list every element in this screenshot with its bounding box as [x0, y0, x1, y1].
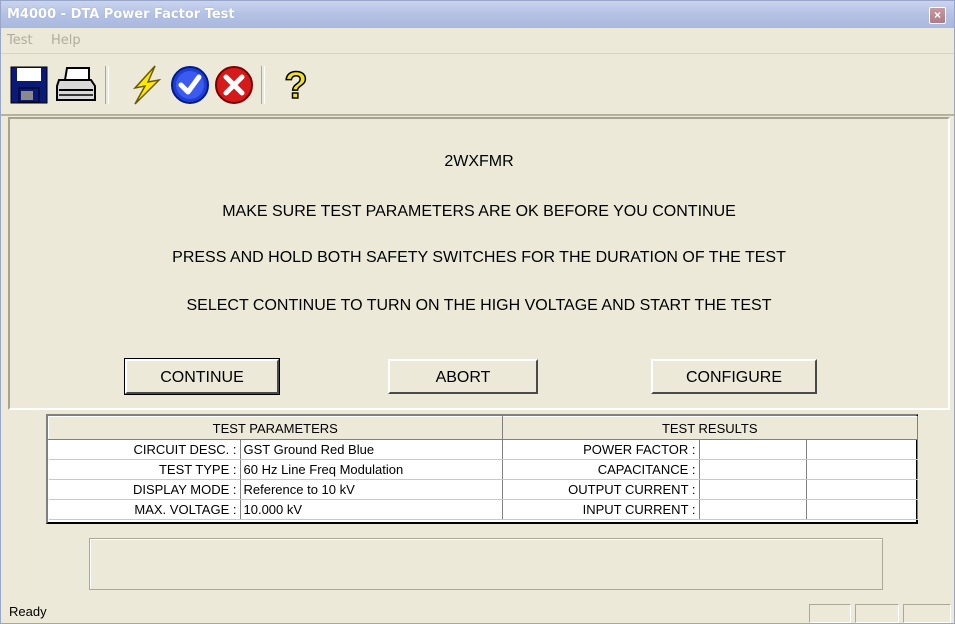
menu-bar: Test Help: [1, 29, 954, 54]
status-bar: Ready: [1, 599, 954, 623]
result-value-2: [806, 439, 918, 460]
param-label: DISPLAY MODE :: [48, 479, 241, 500]
table-row: CIRCUIT DESC. : GST Ground Red Blue POWE…: [48, 439, 918, 460]
app-window: M4000 - DTA Power Factor Test × Test Hel…: [0, 0, 955, 624]
status-pane: [855, 604, 899, 623]
help-icon[interactable]: ?: [273, 62, 321, 108]
lightning-icon[interactable]: [123, 62, 171, 108]
result-value: [699, 499, 807, 520]
close-button[interactable]: ×: [929, 7, 946, 24]
param-value: Reference to 10 kV: [240, 479, 503, 500]
results-table: TEST PARAMETERS TEST RESULTS CIRCUIT DES…: [46, 414, 918, 524]
result-value: [699, 439, 807, 460]
table-row: TEST TYPE : 60 Hz Line Freq Modulation C…: [48, 459, 918, 480]
result-label: INPUT CURRENT :: [502, 499, 700, 520]
status-pane: [903, 604, 951, 623]
table-row: DISPLAY MODE : Reference to 10 kV OUTPUT…: [48, 479, 918, 500]
status-pane: [809, 604, 851, 623]
result-label: CAPACITANCE :: [502, 459, 700, 480]
param-label: TEST TYPE :: [48, 459, 241, 480]
cancel-icon[interactable]: [211, 62, 259, 108]
result-value: [699, 479, 807, 500]
result-value: [699, 459, 807, 480]
menu-help[interactable]: Help: [51, 33, 81, 48]
equipment-id: 2WXFMR: [444, 153, 514, 170]
abort-button[interactable]: ABORT: [388, 359, 538, 394]
continue-button[interactable]: CONTINUE: [124, 358, 280, 395]
instruction-line-1: MAKE SURE TEST PARAMETERS ARE OK BEFORE …: [222, 203, 736, 220]
param-value: 60 Hz Line Freq Modulation: [240, 459, 503, 480]
param-label: CIRCUIT DESC. :: [48, 439, 241, 460]
param-value: GST Ground Red Blue: [240, 439, 503, 460]
status-text: Ready: [9, 604, 47, 619]
table-row: MAX. VOLTAGE : 10.000 kV INPUT CURRENT :: [48, 499, 918, 520]
print-icon[interactable]: [53, 62, 101, 108]
header-test-parameters: TEST PARAMETERS: [48, 416, 503, 440]
menu-test[interactable]: Test: [7, 33, 33, 48]
message-box: [89, 538, 883, 590]
result-value-2: [806, 499, 918, 520]
instruction-line-3: SELECT CONTINUE TO TURN ON THE HIGH VOLT…: [186, 297, 772, 314]
window-title: M4000 - DTA Power Factor Test: [7, 7, 235, 22]
param-value: 10.000 kV: [240, 499, 503, 520]
result-value-2: [806, 459, 918, 480]
result-label: OUTPUT CURRENT :: [502, 479, 700, 500]
title-bar[interactable]: M4000 - DTA Power Factor Test ×: [1, 1, 954, 28]
header-test-results: TEST RESULTS: [501, 416, 918, 440]
svg-text:?: ?: [284, 65, 307, 107]
save-icon[interactable]: [7, 62, 55, 108]
result-label: POWER FACTOR :: [502, 439, 700, 460]
param-label: MAX. VOLTAGE :: [48, 499, 241, 520]
instruction-panel: 2WXFMR MAKE SURE TEST PARAMETERS ARE OK …: [8, 117, 950, 410]
configure-button[interactable]: CONFIGURE: [651, 359, 817, 394]
check-icon[interactable]: [167, 62, 215, 108]
toolbar: ?: [1, 54, 954, 116]
instruction-line-2: PRESS AND HOLD BOTH SAFETY SWITCHES FOR …: [172, 249, 786, 266]
result-value-2: [806, 479, 918, 500]
